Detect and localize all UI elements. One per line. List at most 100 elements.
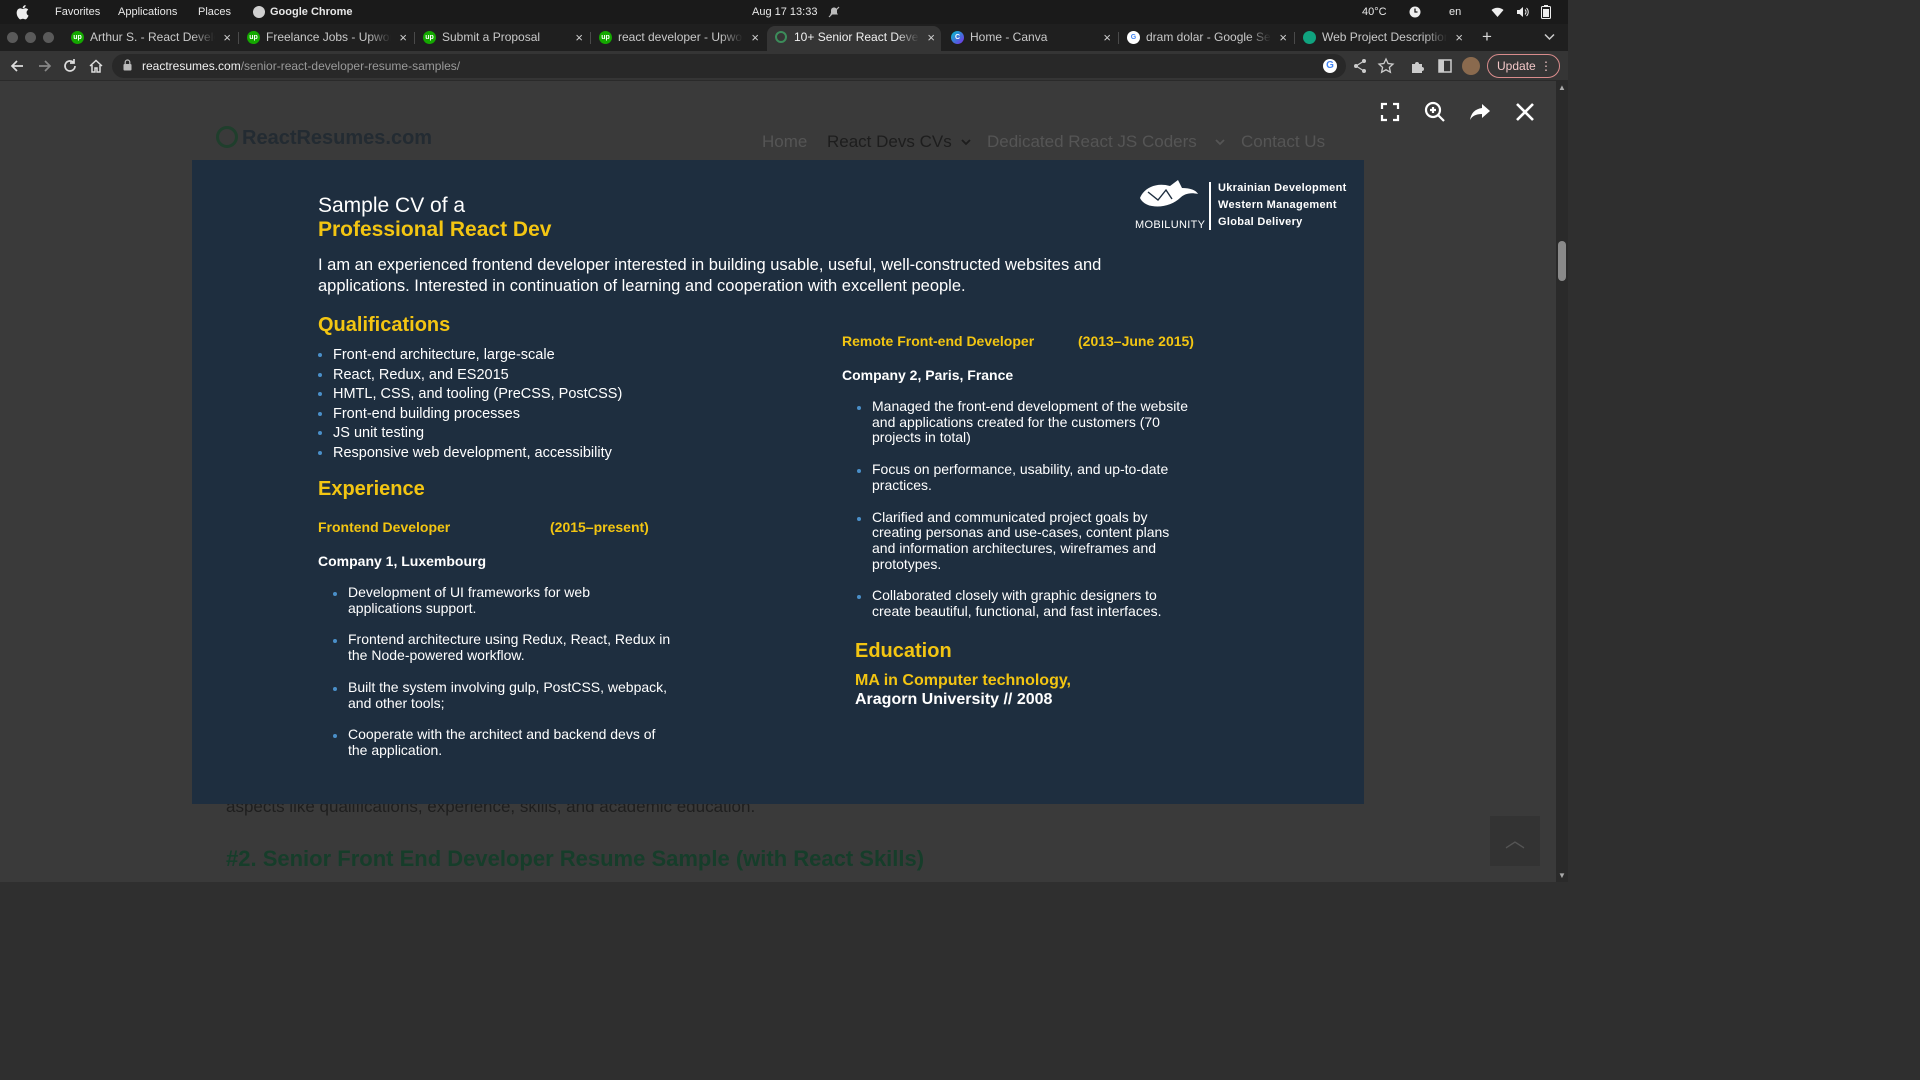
job1-company: Company 1, Luxembourg [318,553,487,569]
close-tab-icon[interactable]: × [1455,26,1463,49]
menu-favorites[interactable]: Favorites [55,0,100,24]
job1-title: Frontend Developer [318,519,451,535]
side-panel-icon[interactable] [1435,56,1455,76]
chevron-down-icon [961,139,971,146]
profile-avatar[interactable] [1462,57,1480,75]
logo-line-3: Global Delivery [1218,216,1303,228]
list-item: Collaborated closely with graphic design… [857,587,1188,619]
browser-toolbar: reactresumes.com/senior-react-developer-… [0,51,1568,81]
active-app-name[interactable]: Google Chrome [270,0,353,24]
fullscreen-icon[interactable] [1378,100,1402,124]
window-maximize-dot[interactable] [43,32,54,43]
menu-applications[interactable]: Applications [118,0,177,24]
site-logo[interactable]: ReactResumes.com [216,126,432,150]
tab-arthur-s[interactable]: up Arthur S. - React Developer × [63,26,237,51]
list-item: Frontend architecture using Redux, React… [333,631,670,664]
education-degree: MA in Computer technology, [855,672,1071,689]
list-item: React, Redux, and ES2015 [318,366,622,386]
tab-dram-dolar[interactable]: G dram dolar - Google Search × [1119,26,1293,51]
scrollbar-thumb[interactable] [1558,241,1566,281]
home-icon[interactable] [86,56,106,76]
address-bar[interactable]: reactresumes.com/senior-react-developer-… [112,54,1346,78]
tab-title: Home - Canva [970,30,1048,44]
nav-contact-us[interactable]: Contact Us [1241,132,1325,152]
tab-submit-proposal[interactable]: up Submit a Proposal × [415,26,589,51]
tab-title: Web Project Description [1322,30,1447,44]
tab-web-project-description[interactable]: Web Project Description × [1295,26,1469,51]
tab-react-developer[interactable]: up react developer - Upwork × [591,26,765,51]
upwork-icon: up [423,31,436,44]
update-button[interactable]: Update ⋮ [1487,54,1560,78]
tab-strip: up Arthur S. - React Developer × up Free… [0,24,1568,51]
notifications-muted-icon[interactable] [828,6,840,18]
list-item: Built the system involving gulp, PostCSS… [333,679,670,712]
cv-intro-line2: applications. Interested in continuation… [318,277,966,295]
google-lens-icon[interactable]: G [1323,59,1337,73]
close-tab-icon[interactable]: × [575,26,583,49]
close-tab-icon[interactable]: × [751,26,759,49]
scroll-up-arrow-icon[interactable]: ▲ [1558,83,1566,92]
tab-title: Arthur S. - React Developer [90,30,215,44]
url-host: reactresumes.com [142,59,241,73]
share-arrow-icon[interactable] [1468,100,1492,124]
menu-places[interactable]: Places [198,0,231,24]
bookmark-star-icon[interactable] [1376,56,1396,76]
chatgpt-icon [1303,31,1316,44]
page-section-heading: #2. Senior Front End Developer Resume Sa… [226,846,925,871]
close-tab-icon[interactable]: × [399,26,407,49]
experience-heading: Experience [318,478,425,500]
tab-home-canva[interactable]: C Home - Canva × [943,26,1117,51]
upwork-icon: up [599,31,612,44]
extensions-puzzle-icon[interactable] [1408,56,1428,76]
window-minimize-dot[interactable] [25,32,36,43]
close-tab-icon[interactable]: × [223,26,231,49]
clock-icon[interactable] [1409,6,1421,18]
nav-dedicated-coders[interactable]: Dedicated React JS Coders [987,132,1197,152]
reload-icon[interactable] [60,56,80,76]
close-tab-icon[interactable]: × [1103,26,1111,49]
nav-react-devs-cvs[interactable]: React Devs CVs [827,132,952,152]
apple-icon[interactable] [16,4,30,20]
tab-search-chevron-icon[interactable] [1544,33,1555,41]
scroll-down-arrow-icon[interactable]: ▼ [1558,871,1566,880]
qualifications-list: Front-end architecture, large-scale Reac… [318,346,622,463]
tab-freelance-jobs[interactable]: up Freelance Jobs - Upwork × [239,26,413,51]
mobilunity-brand: MOBILUNITY [1135,219,1206,231]
job1-duties: Development of UI frameworks for web appl… [333,584,670,759]
back-icon[interactable] [8,56,28,76]
job2-period: (2013–June 2015) [1078,333,1194,349]
keyboard-language[interactable]: en [1449,0,1461,24]
job2-company: Company 2, Paris, France [842,367,1014,383]
zoom-in-icon[interactable] [1423,100,1447,124]
upwork-icon: up [71,31,84,44]
share-icon[interactable] [1350,56,1370,76]
lock-icon[interactable] [123,59,132,71]
tab-title: dram dolar - Google Search [1146,30,1271,44]
battery-icon[interactable] [1541,5,1551,19]
close-lightbox-icon[interactable] [1513,100,1537,124]
page-scrollbar[interactable]: ▲ ▼ [1556,81,1568,882]
site-logo-text: ReactResumes.com [242,127,433,149]
window-close-dot[interactable] [7,32,18,43]
tab-title: 10+ Senior React Developer [794,30,919,44]
list-item: Cooperate with the architect and backend… [333,726,670,759]
volume-icon[interactable] [1516,6,1529,18]
close-tab-icon[interactable]: × [927,26,935,49]
close-tab-icon[interactable]: × [1279,26,1287,49]
new-tab-icon[interactable]: + [1477,27,1497,47]
nav-home[interactable]: Home [762,132,807,152]
tab-senior-react-developer[interactable]: 10+ Senior React Developer × [767,26,941,51]
wifi-icon[interactable] [1491,6,1504,18]
education-school: Aragorn University // 2008 [855,691,1053,708]
clock[interactable]: Aug 17 13:33 [752,0,817,24]
list-item: Front-end architecture, large-scale [318,346,622,366]
logo-line-1: Ukrainian Development [1218,182,1347,194]
chevron-down-icon [1215,139,1225,146]
site-logo-icon [216,126,238,148]
forward-icon[interactable] [34,56,54,76]
kebab-menu-icon[interactable]: ⋮ [1540,55,1552,77]
scroll-to-top-button[interactable]: ︿ [1490,816,1540,866]
list-item: Development of UI frameworks for web appl… [333,584,670,617]
reactresumes-icon [775,31,787,43]
tab-title: react developer - Upwork [618,30,743,44]
